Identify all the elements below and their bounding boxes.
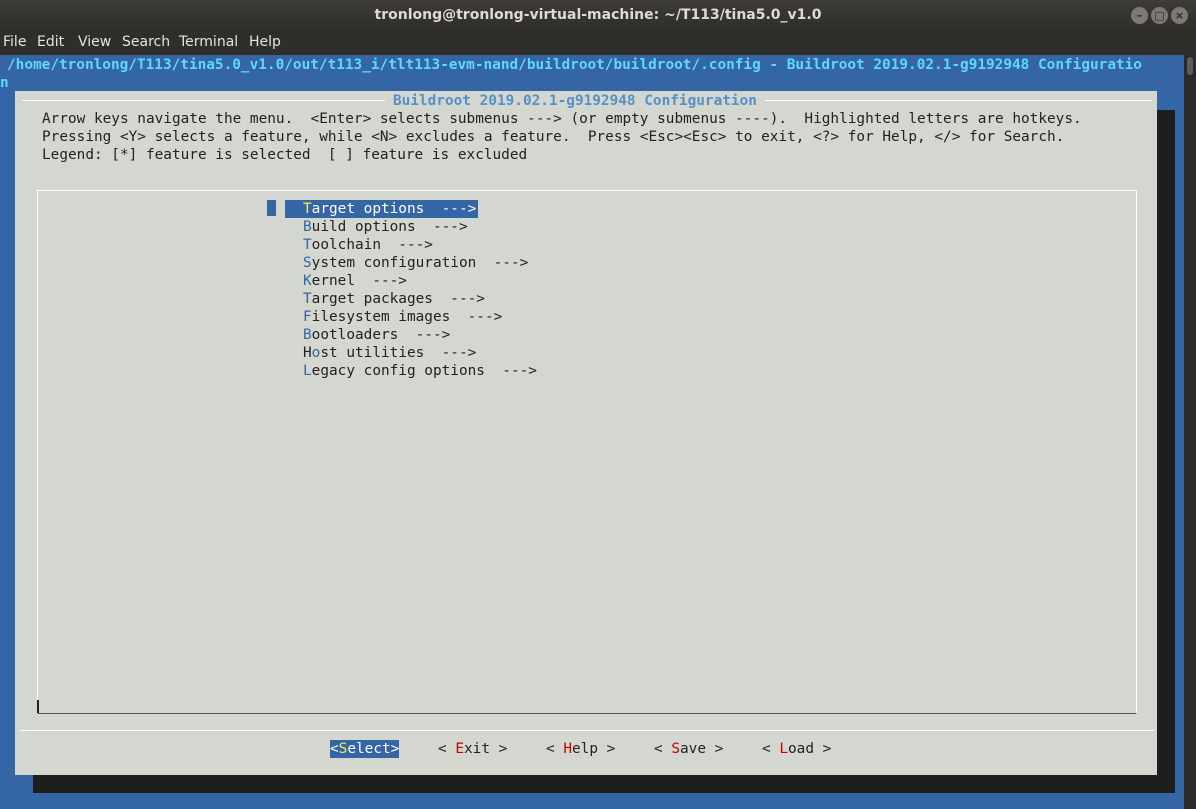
load-button[interactable]: < Load > — [762, 740, 831, 758]
menu-item-target-options[interactable]: Target options ---> — [285, 200, 479, 218]
help-button[interactable]: < Help > — [546, 740, 615, 758]
close-icon[interactable]: × — [1171, 7, 1188, 24]
scrollbar-thumb[interactable] — [1187, 57, 1193, 75]
menu-terminal[interactable]: Terminal — [179, 34, 238, 50]
exit-button[interactable]: < Exit > — [438, 740, 507, 758]
menu-search[interactable]: Search — [122, 34, 170, 50]
menu-file[interactable]: File — [3, 34, 26, 50]
menu-item-bootloaders[interactable]: Bootloaders ---> — [303, 326, 450, 344]
save-button[interactable]: < Save > — [654, 740, 723, 758]
menu-box-corner — [37, 700, 39, 713]
wrapped-line: n — [0, 75, 9, 91]
help-line-2: Pressing <Y> selects a feature, while <N… — [42, 129, 1065, 145]
select-button[interactable]: <Select> — [330, 740, 400, 758]
dialog-shadow-right — [1157, 110, 1175, 793]
menu-help[interactable]: Help — [249, 34, 281, 50]
config-path-line: /home/tronlong/T113/tina5.0_v1.0/out/t11… — [7, 57, 1142, 73]
menubar: File Edit View Search Terminal Help — [0, 31, 1196, 55]
button-separator — [20, 730, 1154, 731]
menu-item-target-packages[interactable]: Target packages ---> — [303, 290, 485, 308]
menu-item-host-utilities[interactable]: Host utilities ---> — [303, 344, 476, 362]
menu-edit[interactable]: Edit — [37, 34, 64, 50]
menu-view[interactable]: View — [78, 34, 111, 50]
menu-item-filesystem-images[interactable]: Filesystem images ---> — [303, 308, 502, 326]
help-line-1: Arrow keys navigate the menu. <Enter> se… — [42, 111, 1082, 127]
menu-item-legacy-config-options[interactable]: Legacy config options ---> — [303, 362, 537, 380]
window-title: tronlong@tronlong-virtual-machine: ~/T11… — [374, 7, 822, 23]
menu-item-system-configuration[interactable]: System configuration ---> — [303, 254, 528, 272]
menu-box — [37, 190, 1137, 714]
maximize-icon[interactable]: □ — [1151, 7, 1168, 24]
dialog-title: Buildroot 2019.02.1-g9192948 Configurati… — [385, 92, 765, 110]
selection-marker — [267, 200, 276, 216]
legend-line: Legend: [*] feature is selected [ ] feat… — [42, 147, 528, 163]
minimize-icon[interactable]: – — [1131, 7, 1148, 24]
menu-item-build-options[interactable]: Build options ---> — [303, 218, 468, 236]
scrollbar[interactable] — [1184, 55, 1196, 809]
menu-item-kernel[interactable]: Kernel ---> — [303, 272, 407, 290]
menu-item-toolchain[interactable]: Toolchain ---> — [303, 236, 433, 254]
dialog-shadow-bottom — [33, 775, 1175, 793]
window-titlebar[interactable]: tronlong@tronlong-virtual-machine: ~/T11… — [0, 0, 1196, 31]
